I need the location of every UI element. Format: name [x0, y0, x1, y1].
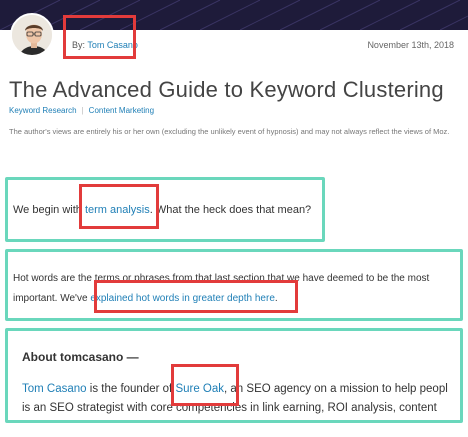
p1-text-before: We begin with	[13, 204, 85, 216]
p1-text-after: . What the heck does that mean?	[149, 204, 312, 216]
category-list: Keyword Research | Content Marketing	[9, 106, 154, 115]
about-line-1-mid: is the founder of	[86, 383, 176, 395]
about-author-heading: About tomcasano —	[22, 350, 139, 364]
author-photo	[12, 15, 52, 55]
author-avatar[interactable]	[10, 13, 54, 57]
publish-date: November 13th, 2018	[367, 40, 454, 50]
about-line-1: Tom Casano is the founder of Sure Oak, a…	[22, 380, 466, 399]
link-highlight-term-analysis	[79, 184, 159, 229]
category-link-content-marketing[interactable]: Content Marketing	[89, 106, 154, 115]
category-link-keyword-research[interactable]: Keyword Research	[9, 106, 77, 115]
category-separator: |	[81, 106, 84, 115]
about-line-2: is an SEO strategist with core competenc…	[22, 402, 437, 414]
byline-highlight	[63, 15, 136, 59]
about-line-1-end: , an SEO agency on a mission to help peo…	[224, 383, 448, 395]
about-author-text: Tom Casano is the founder of Sure Oak, a…	[22, 380, 466, 418]
article-title: The Advanced Guide to Keyword Clustering	[9, 77, 444, 102]
link-highlight-hot-words	[94, 280, 298, 313]
link-highlight-sure-oak	[171, 364, 239, 406]
author-bio-link[interactable]: Tom Casano	[22, 383, 87, 395]
author-disclaimer: The author's views are entirely his or h…	[9, 127, 450, 136]
excerpt-paragraph-1: We begin with term analysis. What the he…	[13, 204, 311, 216]
